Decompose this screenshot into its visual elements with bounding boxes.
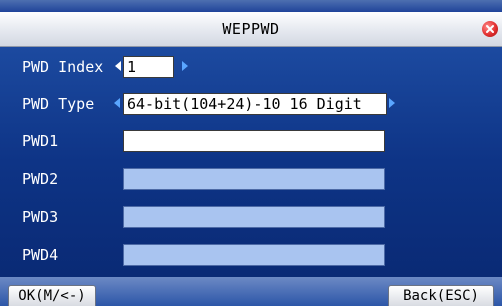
pwd4-row: PWD4 [0, 237, 502, 273]
pwd4-input[interactable] [123, 244, 385, 266]
pwd3-label: PWD3 [22, 208, 59, 226]
pwd1-label: PWD1 [22, 132, 59, 150]
form-area: PWD Index 1 PWD Type 64-bit(104+24)-10 1… [0, 47, 502, 277]
pwd-type-select[interactable]: 64-bit(104+24)-10 16 Digit [123, 93, 387, 115]
pwd-type-row: PWD Type 64-bit(104+24)-10 16 Digit [0, 86, 502, 122]
close-icon [486, 25, 494, 33]
pwd3-input[interactable] [123, 206, 385, 228]
close-button[interactable] [482, 21, 498, 37]
pwd-index-input[interactable]: 1 [123, 56, 174, 78]
top-strip [0, 0, 502, 12]
pwd2-label: PWD2 [22, 170, 59, 188]
title-bar: WEPPWD [0, 12, 502, 47]
ok-button[interactable]: OK(M/<-) [8, 285, 96, 306]
pwd1-input[interactable] [123, 130, 385, 152]
pwd4-label: PWD4 [22, 246, 59, 264]
pwd-index-row: PWD Index 1 [0, 49, 502, 85]
window-title: WEPPWD [222, 20, 280, 38]
pwd-type-next-arrow-icon[interactable] [389, 98, 395, 108]
back-button[interactable]: Back(ESC) [388, 285, 494, 306]
pwd3-row: PWD3 [0, 199, 502, 235]
pwd2-row: PWD2 [0, 161, 502, 197]
pwd2-input[interactable] [123, 168, 385, 190]
pwd1-row: PWD1 [0, 123, 502, 159]
pwd-index-prev-arrow-icon[interactable] [115, 61, 121, 71]
pwd-type-prev-arrow-icon[interactable] [114, 98, 120, 108]
pwd-index-label: PWD Index [22, 58, 104, 76]
screen: WEPPWD PWD Index 1 PWD Type 64-bit(104+2… [0, 0, 502, 306]
bottom-bar: OK(M/<-) Back(ESC) [0, 277, 502, 306]
pwd-type-label: PWD Type [22, 95, 95, 113]
pwd-index-next-arrow-icon[interactable] [182, 61, 188, 71]
